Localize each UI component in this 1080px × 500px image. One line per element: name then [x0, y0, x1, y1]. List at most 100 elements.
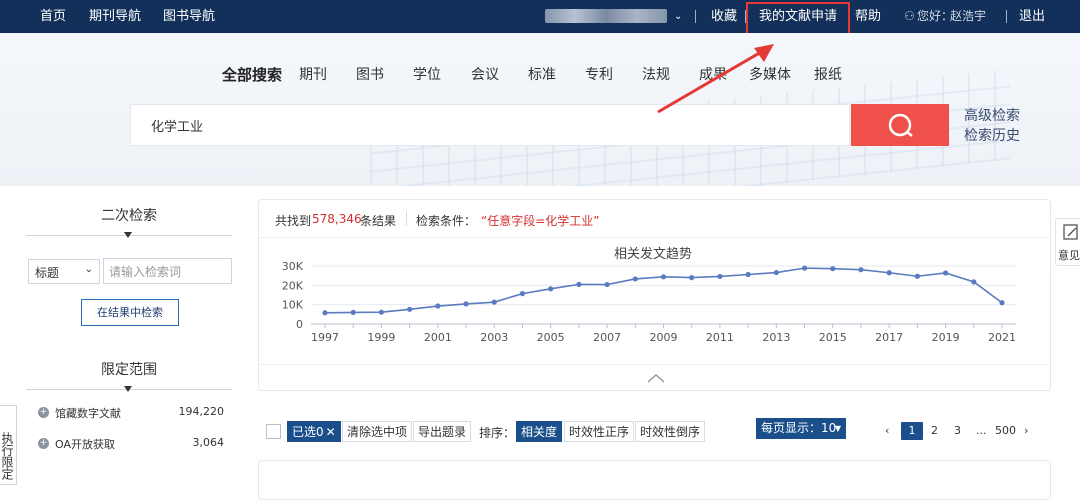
- sort-desc-button[interactable]: 时效性倒序: [635, 421, 706, 442]
- next-page-icon[interactable]: ›: [1024, 422, 1028, 440]
- refine-search-button[interactable]: 在结果中检索: [81, 299, 179, 326]
- condition-value: “任意字段=化学工业”: [481, 214, 600, 228]
- data-point: [519, 291, 526, 297]
- data-point: [942, 270, 949, 276]
- data-point: [632, 276, 638, 282]
- prev-page-icon[interactable]: ‹: [885, 422, 889, 440]
- chevron-down-icon: ⌄: [84, 264, 93, 275]
- nav-books[interactable]: 图书导航: [163, 0, 215, 33]
- tab-newspapers[interactable]: 报纸: [814, 64, 842, 84]
- trend-chart: 0 10K 20K 30K 1997 1999 2001 2003 2005 2007 2009 20…: [282, 260, 1016, 344]
- data-point: [548, 286, 554, 292]
- greeting-label: 您好：: [917, 9, 954, 23]
- data-point: [745, 271, 751, 278]
- scope-item-oa[interactable]: + OA开放获取 3,064: [38, 436, 224, 452]
- page-2[interactable]: 2: [931, 422, 938, 440]
- scope-section: 限定范围: [26, 359, 232, 392]
- tab-degree[interactable]: 学位: [413, 64, 441, 84]
- data-point: [576, 281, 582, 287]
- clear-selection-button[interactable]: 清除选中项: [342, 421, 413, 442]
- x-tick-label: 2007: [593, 331, 621, 344]
- divider: [406, 211, 407, 226]
- page-3[interactable]: 3: [954, 422, 961, 440]
- scope-item-label: OA开放获取: [55, 438, 115, 451]
- found-count: 578,346: [312, 212, 362, 226]
- annotation-arrow: [657, 44, 774, 114]
- chevron-down-icon[interactable]: ⌄: [674, 0, 682, 33]
- nav-logout[interactable]: 退出: [1019, 0, 1045, 33]
- data-point: [773, 269, 779, 276]
- data-point: [435, 303, 441, 309]
- edit-icon: [1063, 224, 1078, 240]
- chart-collapse-bar[interactable]: [259, 364, 1050, 391]
- scope-item-collection[interactable]: + 馆藏数字文献 194,220: [38, 405, 224, 421]
- refine-keyword-input[interactable]: 请输入检索词: [103, 258, 232, 284]
- search-icon: [888, 113, 913, 137]
- scope-item-count: 194,220: [178, 405, 225, 418]
- nav-journals[interactable]: 期刊导航: [89, 0, 141, 33]
- plus-circle-icon: +: [38, 407, 49, 418]
- user-icon: ⚇: [904, 9, 915, 23]
- data-point: [378, 309, 385, 315]
- y-tick-label: 20K: [282, 279, 304, 292]
- y-tick-label: 30K: [282, 260, 304, 273]
- x-tick-label: 2015: [819, 331, 847, 344]
- condition-label: 检索条件：: [416, 214, 477, 228]
- search-input[interactable]: [131, 105, 731, 145]
- results-summary-card: 共找到 578,346 条结果 检索条件： “任意字段=化学工业” 相关发文趋势…: [258, 199, 1051, 391]
- data-point: [971, 279, 977, 285]
- x-tick-label: 1997: [311, 331, 339, 344]
- tab-patents[interactable]: 专利: [585, 64, 613, 84]
- tab-all-search[interactable]: 全部搜索: [222, 64, 282, 84]
- tab-books[interactable]: 图书: [356, 64, 384, 84]
- selected-count-badge[interactable]: 已选0 ✕: [287, 421, 341, 442]
- apply-limit-tab[interactable]: 执行限定: [0, 405, 17, 485]
- data-point: [999, 300, 1005, 306]
- per-page-select[interactable]: 每页显示：10 ▼: [756, 418, 846, 439]
- divider: [26, 386, 232, 392]
- username[interactable]: 赵浩宇: [950, 0, 986, 33]
- secondary-search-title: 二次检索: [101, 208, 157, 224]
- data-point: [322, 310, 328, 316]
- data-point: [717, 273, 723, 280]
- nav-favorites[interactable]: 收藏: [711, 0, 737, 33]
- select-all-checkbox[interactable]: [266, 424, 281, 439]
- chevron-up-icon: [647, 374, 665, 383]
- result-list-card: [258, 460, 1051, 500]
- export-citations-button[interactable]: 导出题录: [413, 421, 472, 442]
- search-history-link[interactable]: 检索历史: [964, 126, 1020, 146]
- close-icon[interactable]: ✕: [326, 425, 336, 439]
- divider: [695, 10, 696, 23]
- found-prefix: 共找到: [275, 214, 312, 228]
- nav-home[interactable]: 首页: [40, 0, 66, 33]
- top-nav-bar: 首页 期刊导航 图书导航 ⌄ 收藏 我的文献申请 帮助 ⚇ 您好： 赵浩宇 退出: [0, 0, 1080, 33]
- tab-conference[interactable]: 会议: [471, 64, 499, 84]
- data-point: [660, 274, 667, 280]
- caret-down-icon: [124, 386, 132, 392]
- data-point: [886, 270, 892, 276]
- field-select[interactable]: 标题 ⌄: [28, 259, 100, 284]
- tab-standards[interactable]: 标准: [528, 64, 556, 84]
- data-point: [830, 266, 836, 272]
- nav-help[interactable]: 帮助: [855, 0, 881, 33]
- sort-relevance-button[interactable]: 相关度: [516, 421, 563, 442]
- data-point: [350, 309, 356, 315]
- feedback-widget[interactable]: 意见: [1055, 218, 1080, 266]
- search-button[interactable]: [851, 104, 949, 146]
- found-suffix: 条结果: [360, 214, 397, 228]
- page-1[interactable]: 1: [901, 422, 923, 440]
- data-point: [689, 275, 695, 281]
- secondary-search-panel: 二次检索: [26, 205, 236, 238]
- x-tick-label: 1999: [367, 331, 395, 344]
- caret-down-icon: ▼: [834, 424, 841, 433]
- advanced-search-link[interactable]: 高级检索: [964, 106, 1020, 126]
- feedback-label: 意见: [1058, 249, 1080, 262]
- tab-journals[interactable]: 期刊: [299, 64, 327, 84]
- scope-title: 限定范围: [101, 362, 157, 378]
- data-point: [604, 281, 610, 288]
- sort-asc-button[interactable]: 时效性正序: [564, 421, 635, 442]
- page-last[interactable]: 500: [995, 422, 1016, 440]
- x-tick-label: 2013: [762, 331, 790, 344]
- data-point: [801, 265, 808, 271]
- divider: [26, 232, 232, 238]
